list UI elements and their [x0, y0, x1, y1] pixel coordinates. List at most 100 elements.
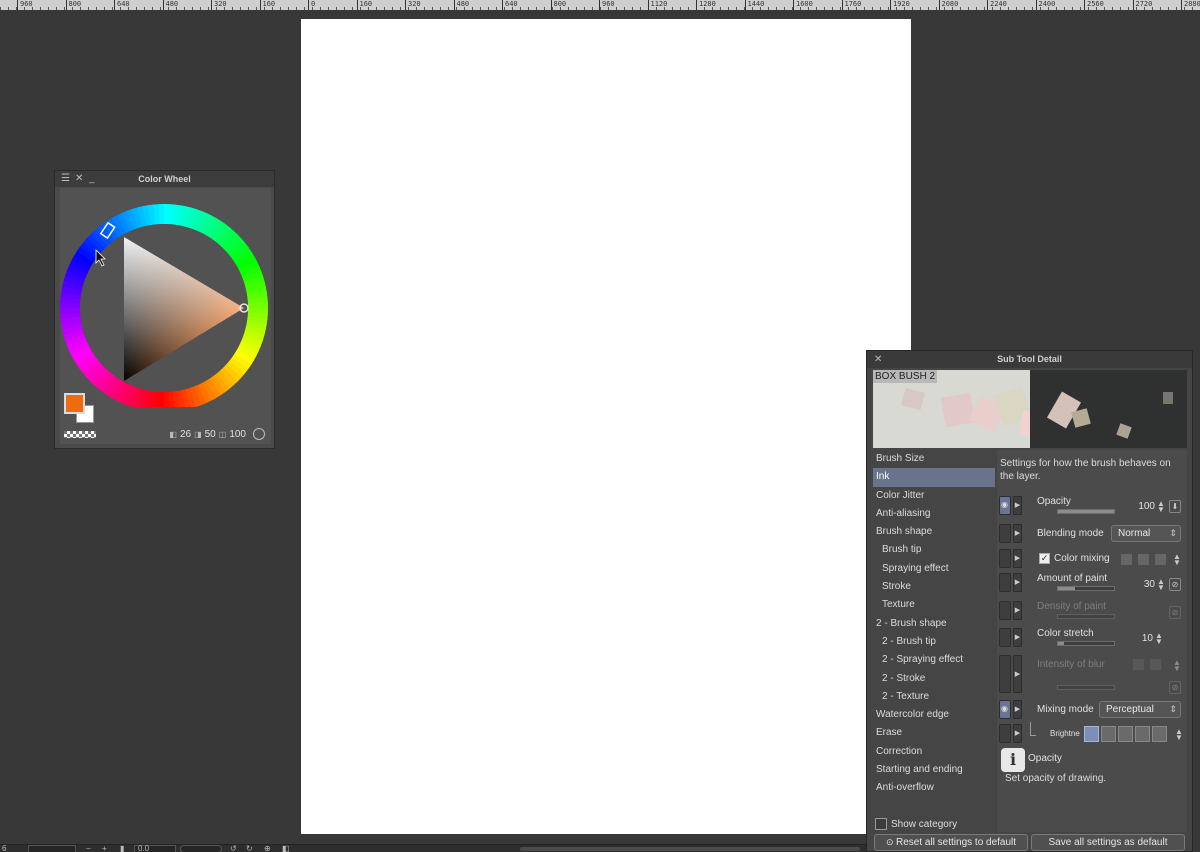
- spin-icon[interactable]: ▲ ▼: [1157, 578, 1165, 592]
- expand-arrow-icon[interactable]: ▶: [1013, 700, 1022, 719]
- expand-arrow-icon[interactable]: ▶: [1013, 724, 1022, 743]
- category-item[interactable]: 2 - Brush shape: [873, 615, 995, 633]
- blending-mode-select[interactable]: Normal: [1111, 525, 1181, 542]
- value-icon: ◫: [218, 429, 227, 439]
- ruler-tick: 1120: [647, 0, 667, 10]
- category-item[interactable]: Brush tip: [873, 541, 995, 559]
- grip-icon: ▮: [120, 844, 125, 852]
- horizontal-scrollbar[interactable]: [520, 847, 860, 851]
- eye-icon[interactable]: [999, 549, 1011, 568]
- reset-rotation-icon[interactable]: ⊕: [264, 845, 271, 852]
- opacity-value[interactable]: 100: [1133, 501, 1155, 512]
- color-space-icon[interactable]: [253, 428, 265, 440]
- category-item[interactable]: Erase: [873, 724, 995, 742]
- hue-icon: ◧: [169, 429, 177, 439]
- mixing-mode-select[interactable]: Perceptual: [1099, 701, 1181, 718]
- info-text: Set opacity of drawing.: [1005, 773, 1107, 784]
- ruler-tick: 2720: [1132, 0, 1152, 10]
- expand-arrow-icon[interactable]: ▶: [1013, 601, 1022, 620]
- pressure-icon[interactable]: ⬇: [1169, 500, 1181, 513]
- opacity-row: ▶ Opacity 100 ▲▼ ⬇: [997, 496, 1187, 516]
- rotation-slider[interactable]: [180, 845, 222, 852]
- zoom-value[interactable]: 6: [2, 845, 6, 852]
- eye-icon[interactable]: [999, 655, 1011, 693]
- zoom-in-icon[interactable]: +: [102, 845, 107, 852]
- ruler-tick: 160: [259, 0, 275, 10]
- expand-arrow-icon[interactable]: ▶: [1013, 628, 1022, 647]
- reset-all-settings-button[interactable]: ⊙ Reset all settings to default: [874, 834, 1028, 851]
- category-item[interactable]: Starting and ending: [873, 761, 995, 779]
- ruler-tick: 2080: [938, 0, 958, 10]
- panel-titlebar[interactable]: ✕ Sub Tool Detail: [867, 351, 1192, 368]
- menu-icon[interactable]: ☰: [61, 171, 70, 187]
- color-mixing-checkbox[interactable]: ✓: [1039, 553, 1050, 564]
- category-item[interactable]: Spraying effect: [873, 560, 995, 578]
- panel-titlebar[interactable]: ☰ ✕ _ Color Wheel: [55, 171, 274, 187]
- spin-icon[interactable]: ▲ ▼: [1155, 632, 1163, 646]
- ruler-tick: 640: [502, 0, 518, 10]
- category-item[interactable]: Anti-overflow: [873, 779, 995, 797]
- brush-name: BOX BUSH 2: [873, 370, 938, 383]
- color-stretch-slider[interactable]: [1057, 641, 1115, 646]
- eye-icon[interactable]: [999, 628, 1011, 647]
- amount-of-paint-value[interactable]: 30: [1133, 579, 1155, 590]
- pressure-icon[interactable]: ⊘: [1169, 578, 1181, 591]
- spin-icon[interactable]: ▲ ▼: [1157, 500, 1165, 514]
- spin-icon[interactable]: ▲ ▼: [1173, 553, 1181, 567]
- zoom-slider[interactable]: [28, 845, 76, 852]
- show-category-checkbox[interactable]: Show category: [875, 818, 957, 830]
- zoom-out-icon[interactable]: −: [86, 845, 91, 852]
- intensity-of-blur-slider: [1057, 685, 1115, 690]
- category-item[interactable]: Watercolor edge: [873, 706, 995, 724]
- eye-icon[interactable]: [999, 724, 1011, 743]
- eye-icon[interactable]: [999, 496, 1011, 515]
- info-title: Opacity: [1028, 753, 1062, 764]
- expand-arrow-icon[interactable]: ▶: [1013, 524, 1022, 543]
- ruler-tick: 160: [356, 0, 372, 10]
- expand-arrow-icon[interactable]: ▶: [1013, 573, 1022, 592]
- drawing-canvas[interactable]: [301, 19, 911, 834]
- color-stretch-value[interactable]: 10: [1133, 633, 1153, 644]
- expand-arrow-icon[interactable]: ▶: [1013, 549, 1022, 568]
- category-item[interactable]: Brush Size: [873, 450, 995, 468]
- category-item[interactable]: Brush shape: [873, 523, 995, 541]
- minimize-icon[interactable]: _: [89, 171, 95, 187]
- opacity-slider[interactable]: [1057, 509, 1115, 514]
- eye-icon[interactable]: [999, 601, 1011, 620]
- rotate-right-icon[interactable]: ↻: [246, 845, 253, 852]
- category-item[interactable]: Texture: [873, 596, 995, 614]
- category-item[interactable]: Correction: [873, 743, 995, 761]
- category-item[interactable]: Stroke: [873, 578, 995, 596]
- category-item[interactable]: 2 - Brush tip: [873, 633, 995, 651]
- category-item[interactable]: Anti-aliasing: [873, 505, 995, 523]
- close-icon[interactable]: ✕: [75, 171, 83, 187]
- main-color-swatch[interactable]: [64, 393, 85, 414]
- category-item[interactable]: Color Jitter: [873, 487, 995, 505]
- expand-arrow-icon[interactable]: ▶: [1013, 655, 1022, 693]
- eye-icon[interactable]: [999, 573, 1011, 592]
- expand-arrow-icon[interactable]: ▶: [1013, 496, 1022, 515]
- amount-of-paint-row: ▶ Amount of paint 30 ▲ ▼ ⊘: [997, 573, 1187, 593]
- blur-type-icons: [1133, 659, 1161, 670]
- eye-icon[interactable]: [999, 700, 1011, 719]
- category-item[interactable]: 2 - Texture: [873, 688, 995, 706]
- intensity-of-blur-label: Intensity of blur: [1037, 659, 1105, 670]
- close-icon[interactable]: ✕: [874, 351, 882, 368]
- save-all-settings-button[interactable]: Save all settings as default: [1031, 834, 1185, 851]
- rotate-left-icon[interactable]: ↺: [230, 845, 237, 852]
- mixing-type-icons[interactable]: [1121, 554, 1166, 565]
- flip-icon[interactable]: ◧: [282, 845, 290, 852]
- rotation-field[interactable]: 0.0: [134, 845, 176, 852]
- hue-ring[interactable]: [60, 202, 271, 407]
- ruler-tick: 1760: [841, 0, 861, 10]
- category-item[interactable]: 2 - Stroke: [873, 670, 995, 688]
- spin-icon[interactable]: ▲ ▼: [1175, 728, 1183, 742]
- brightness-options[interactable]: [1084, 726, 1167, 742]
- eye-icon[interactable]: [999, 524, 1011, 543]
- category-item[interactable]: Ink: [873, 468, 995, 487]
- panel-title: Color Wheel: [138, 174, 191, 184]
- category-item[interactable]: 2 - Spraying effect: [873, 651, 995, 669]
- amount-of-paint-slider[interactable]: [1057, 586, 1115, 591]
- ruler-tick: 1440: [744, 0, 764, 10]
- transparent-color-swatch[interactable]: [64, 431, 96, 438]
